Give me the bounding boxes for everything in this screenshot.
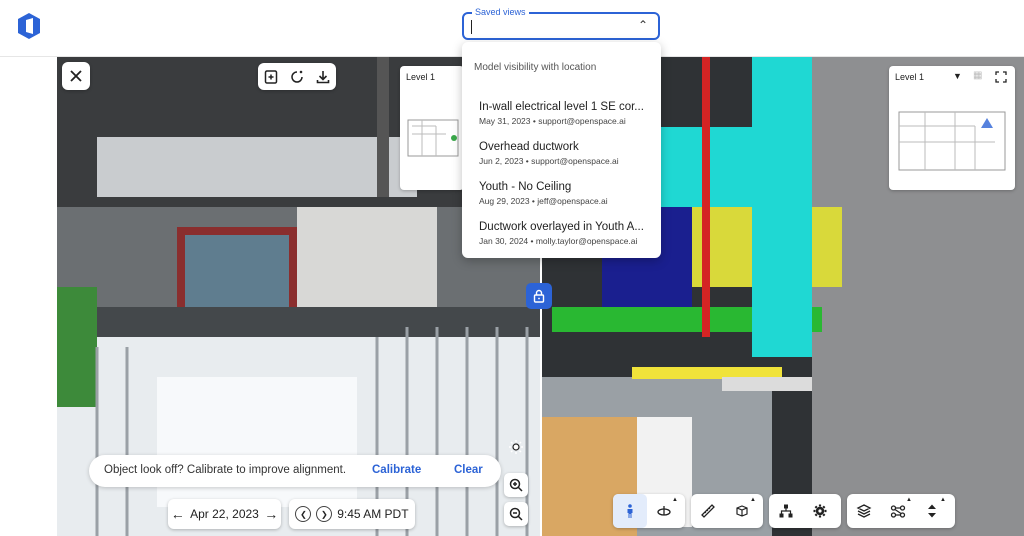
capture-tools-group: [258, 63, 336, 90]
saved-view-meta: May 31, 2023 • support@openspace.ai: [479, 116, 626, 126]
saved-views-label: Saved views: [472, 6, 529, 18]
lock-icon: [533, 289, 545, 303]
saved-view-title: Ductwork overlayed in Youth A...: [479, 221, 644, 233]
left-gutter: [0, 57, 57, 536]
left-minimap-level-title: Level 1: [406, 72, 436, 82]
right-floorplan-image: [898, 111, 1006, 171]
menu-arrow-icon: ▲: [940, 497, 946, 503]
close-button[interactable]: [62, 62, 90, 90]
compare-icon[interactable]: [289, 69, 305, 85]
close-icon: [70, 70, 82, 82]
saved-view-meta: Jun 2, 2023 • support@openspace.ai: [479, 156, 619, 166]
right-floorplan-minimap[interactable]: Level 1 ▼ ▦: [889, 66, 1015, 190]
sync-lock-button[interactable]: [526, 283, 552, 309]
menu-arrow-icon: ▲: [672, 497, 678, 503]
layers-icon: [856, 504, 872, 518]
right-minimap-level-title: Level 1: [895, 72, 925, 82]
calibration-prompt: Object look off? Calibrate to improve al…: [104, 464, 347, 476]
fullscreen-icon[interactable]: [995, 71, 1007, 83]
saved-view-title: Overhead ductwork: [479, 141, 579, 153]
capture-date: Apr 22, 2023: [190, 507, 259, 521]
saved-view-meta: Aug 29, 2023 • jeff@openspace.ai: [479, 196, 608, 206]
model-tools: [769, 494, 841, 528]
person-icon: [627, 504, 633, 518]
saved-view-item[interactable]: In-wall electrical level 1 SE cor... May…: [479, 101, 651, 126]
saved-view-item[interactable]: Youth - No Ceiling Aug 29, 2023 • jeff@o…: [479, 181, 651, 206]
section-box-icon: [736, 505, 748, 517]
settings-button[interactable]: [803, 494, 837, 528]
layers-button[interactable]: [847, 494, 881, 528]
menu-arrow-icon: ▲: [750, 497, 756, 503]
saved-view-item[interactable]: Ductwork overlayed in Youth A... Jan 30,…: [479, 221, 651, 246]
orbit-mode-button[interactable]: ▲: [647, 494, 681, 528]
grid-icon[interactable]: ▦: [973, 70, 982, 81]
model-tree-button[interactable]: [769, 494, 803, 528]
clear-button[interactable]: Clear: [454, 464, 483, 476]
menu-arrow-icon: ▲: [906, 497, 912, 503]
chevron-up-icon[interactable]: ⌃: [638, 18, 648, 32]
saved-view-title: Youth - No Ceiling: [479, 181, 572, 193]
orbit-icon: [657, 506, 671, 516]
elevation-button[interactable]: ▲: [915, 494, 949, 528]
saved-view-meta: Jan 30, 2024 • molly.taylor@openspace.ai: [479, 236, 638, 246]
nodes-button[interactable]: ▲: [881, 494, 915, 528]
walk-mode-button[interactable]: [613, 494, 647, 528]
calibration-banner: Object look off? Calibrate to improve al…: [89, 455, 501, 487]
previous-time-icon[interactable]: ❮: [295, 506, 312, 522]
left-floorplan-image: [407, 119, 459, 157]
saved-view-title: In-wall electrical level 1 SE cor...: [479, 101, 644, 113]
level-dropdown-arrow-icon[interactable]: ▼: [953, 71, 962, 81]
zoom-out-button[interactable]: [504, 502, 528, 526]
arrow-right-icon[interactable]: →: [264, 506, 278, 522]
zoom-in-icon: [509, 478, 523, 492]
elevation-icon: [928, 504, 936, 518]
arrow-left-icon[interactable]: ←: [171, 506, 185, 522]
left-floorplan-minimap[interactable]: Level 1: [400, 66, 464, 190]
view-tools: ▲ ▲: [847, 494, 955, 528]
brightness-icon[interactable]: [508, 439, 524, 455]
zoom-out-icon: [509, 507, 523, 521]
openspace-logo-icon[interactable]: [16, 12, 42, 40]
measure-icon: [701, 504, 715, 518]
saved-views-dropdown-header: Model visibility with location: [474, 62, 597, 73]
measure-tools: ▲: [691, 494, 763, 528]
capture-date-selector: ← Apr 22, 2023 →: [168, 499, 281, 529]
saved-views-select[interactable]: Saved views ⌃: [462, 6, 660, 40]
zoom-in-button[interactable]: [504, 473, 528, 497]
download-icon[interactable]: [315, 69, 331, 85]
hierarchy-icon: [779, 504, 793, 518]
capture-time: 9:45 AM PDT: [337, 507, 409, 521]
saved-view-item[interactable]: Overhead ductwork Jun 2, 2023 • support@…: [479, 141, 651, 166]
navigation-tools: ▲: [613, 494, 685, 528]
section-box-button[interactable]: ▲: [725, 494, 759, 528]
add-note-icon[interactable]: [263, 69, 279, 85]
saved-views-dropdown: Model visibility with location In-wall e…: [462, 42, 661, 258]
next-time-icon[interactable]: ❯: [316, 506, 333, 522]
calibrate-button[interactable]: Calibrate: [372, 464, 421, 476]
text-caret: [471, 20, 472, 34]
capture-time-selector: ❮ ❯ 9:45 AM PDT: [289, 499, 415, 529]
gear-icon: [813, 504, 827, 518]
nodes-icon: [890, 505, 906, 518]
measure-button[interactable]: [691, 494, 725, 528]
